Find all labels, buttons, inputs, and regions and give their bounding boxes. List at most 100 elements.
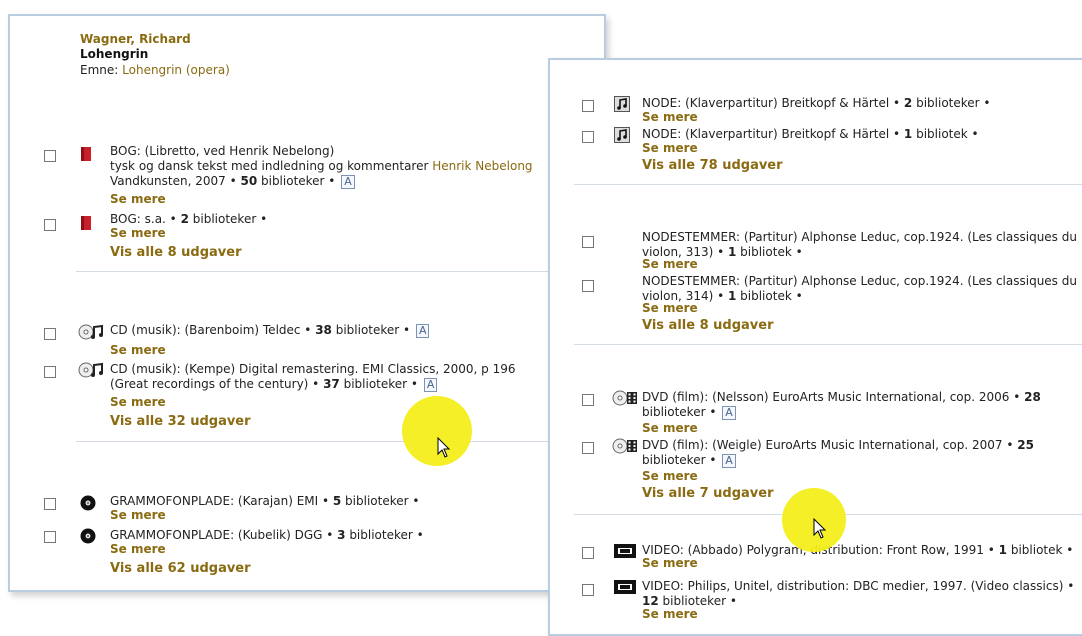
availability-badge[interactable]: A (423, 377, 438, 392)
se-mere-link[interactable]: Se mere (110, 508, 166, 522)
list-item: VIDEO: (Abbado) Polygram, distribution: … (642, 543, 1073, 558)
item-format-line: CD (musik): (Kempe) Digital remastering.… (110, 362, 516, 376)
list-item: CD (musik): (Barenboim) Teldec • 38 bibl… (110, 323, 430, 338)
list-item: NODESTEMMER: (Partitur) Alphonse Leduc, … (642, 230, 1077, 260)
library-label: biblioteker • (341, 494, 420, 508)
select-checkbox[interactable] (582, 131, 594, 143)
select-checkbox[interactable] (44, 366, 56, 378)
library-count: 25 (1017, 438, 1034, 452)
library-count: 37 (323, 377, 340, 391)
item-format-line: NODE: (Klaverpartitur) Breitkopf & Härte… (642, 96, 904, 110)
library-count: 1 (998, 543, 1008, 557)
library-label: bibliotek • (912, 127, 979, 141)
select-checkbox[interactable] (582, 547, 594, 559)
availability-badge[interactable]: A (415, 323, 430, 338)
se-mere-link[interactable]: Se mere (110, 542, 166, 556)
select-checkbox[interactable] (582, 394, 594, 406)
availability-badge[interactable]: A (722, 453, 736, 468)
library-count: 50 (240, 174, 258, 188)
sheet-music-icon (614, 96, 630, 115)
divider (76, 271, 604, 272)
work-title: Lohengrin (80, 47, 149, 61)
vinyl-record-icon (80, 495, 96, 514)
library-count: 1 (903, 127, 913, 141)
list-item: DVD (film): (Nelsson) EuroArts Music Int… (642, 390, 1041, 420)
show-all-editions-link[interactable]: Vis alle 62 udgaver (110, 561, 251, 576)
item-format-line: NODESTEMMER: (Partitur) Alphonse Leduc, … (642, 230, 1077, 244)
select-checkbox[interactable] (582, 584, 594, 596)
library-label: biblioteker • (658, 594, 737, 608)
se-mere-link[interactable]: Se mere (110, 343, 166, 357)
library-count: 2 (903, 96, 913, 110)
se-mere-link[interactable]: Se mere (110, 226, 166, 240)
item-publisher: Vandkunsten, 2007 • (110, 174, 241, 188)
library-label: biblioteker • (642, 453, 717, 467)
subject-link[interactable]: Lohengrin (opera) (122, 63, 230, 77)
se-mere-link[interactable]: Se mere (642, 421, 698, 435)
availability-badge[interactable]: A (722, 405, 736, 420)
show-all-editions-link[interactable]: Vis alle 8 udgaver (110, 245, 242, 260)
se-mere-link[interactable]: Se mere (642, 556, 698, 570)
subject-label: Emne: (80, 63, 119, 77)
dvd-film-icon (612, 390, 638, 409)
se-mere-link[interactable]: Se mere (642, 607, 698, 621)
library-count: 5 (332, 494, 342, 508)
sheet-music-icon (614, 127, 630, 146)
library-count: 38 (315, 323, 332, 337)
library-label: biblioteker • (339, 377, 418, 391)
library-label: biblioteker • (912, 96, 991, 110)
se-mere-link[interactable]: Se mere (642, 110, 698, 124)
cd-music-icon (78, 324, 104, 343)
item-description: tysk og dansk tekst med indledning og ko… (110, 159, 433, 173)
mouse-cursor-icon (813, 517, 827, 543)
show-all-editions-link[interactable]: Vis alle 7 udgaver (642, 486, 774, 501)
item-format-line: BOG: (Libretto, ved Henrik Nebelong) (110, 144, 335, 158)
item-format-line: DVD (film): (Weigle) EuroArts Music Inte… (642, 438, 1018, 452)
show-all-editions-link[interactable]: Vis alle 8 udgaver (642, 318, 774, 333)
se-mere-link[interactable]: Se mere (642, 301, 698, 315)
list-item: NODESTEMMER: (Partitur) Alphonse Leduc, … (642, 274, 1077, 304)
select-checkbox[interactable] (44, 531, 56, 543)
select-checkbox[interactable] (582, 442, 594, 454)
library-count: 2 (180, 212, 189, 226)
item-format-line: VIDEO: Philips, Unitel, distribution: DB… (642, 579, 1075, 593)
dvd-film-icon (612, 438, 638, 457)
item-format-line: GRAMMOFONPLADE: (Karajan) EMI • (110, 494, 333, 508)
se-mere-link[interactable]: Se mere (642, 141, 698, 155)
author-link[interactable]: Wagner, Richard (80, 32, 191, 46)
video-tape-icon (614, 544, 636, 561)
book-icon (80, 215, 92, 234)
library-label: biblioteker • (257, 174, 336, 188)
item-format-line: CD (musik): (Barenboim) Teldec • (110, 323, 316, 337)
select-checkbox[interactable] (44, 328, 56, 340)
se-mere-link[interactable]: Se mere (110, 395, 166, 409)
se-mere-link[interactable]: Se mere (110, 192, 166, 206)
divider (76, 441, 604, 442)
select-checkbox[interactable] (582, 100, 594, 112)
list-item: VIDEO: Philips, Unitel, distribution: DB… (642, 579, 1074, 609)
library-label: biblioteker • (345, 528, 424, 542)
select-checkbox[interactable] (44, 219, 56, 231)
select-checkbox[interactable] (44, 498, 56, 510)
subject-line: Emne: Lohengrin (opera) (80, 63, 230, 77)
divider (574, 184, 1082, 185)
library-label: biblioteker • (331, 323, 411, 337)
select-checkbox[interactable] (582, 236, 594, 248)
mouse-cursor-icon (437, 436, 451, 462)
select-checkbox[interactable] (582, 280, 594, 292)
library-label: biblioteker • (642, 405, 717, 419)
video-tape-icon (614, 580, 636, 597)
show-all-editions-link[interactable]: Vis alle 78 udgaver (642, 158, 783, 173)
select-checkbox[interactable] (44, 150, 56, 162)
item-format-line: BOG: s.a. • (110, 212, 181, 226)
contributor-link[interactable]: Henrik Nebelong (432, 159, 532, 173)
library-label: bibliotek • (736, 245, 803, 259)
show-all-editions-link[interactable]: Vis alle 32 udgaver (110, 414, 251, 429)
se-mere-link[interactable]: Se mere (642, 257, 698, 271)
list-item: GRAMMOFONPLADE: (Karajan) EMI • 5 biblio… (110, 494, 419, 509)
library-count: 3 (337, 528, 346, 542)
se-mere-link[interactable]: Se mere (642, 469, 698, 483)
library-count: 12 (642, 594, 659, 608)
availability-badge[interactable]: A (341, 174, 355, 189)
library-label: bibliotek • (736, 289, 803, 303)
